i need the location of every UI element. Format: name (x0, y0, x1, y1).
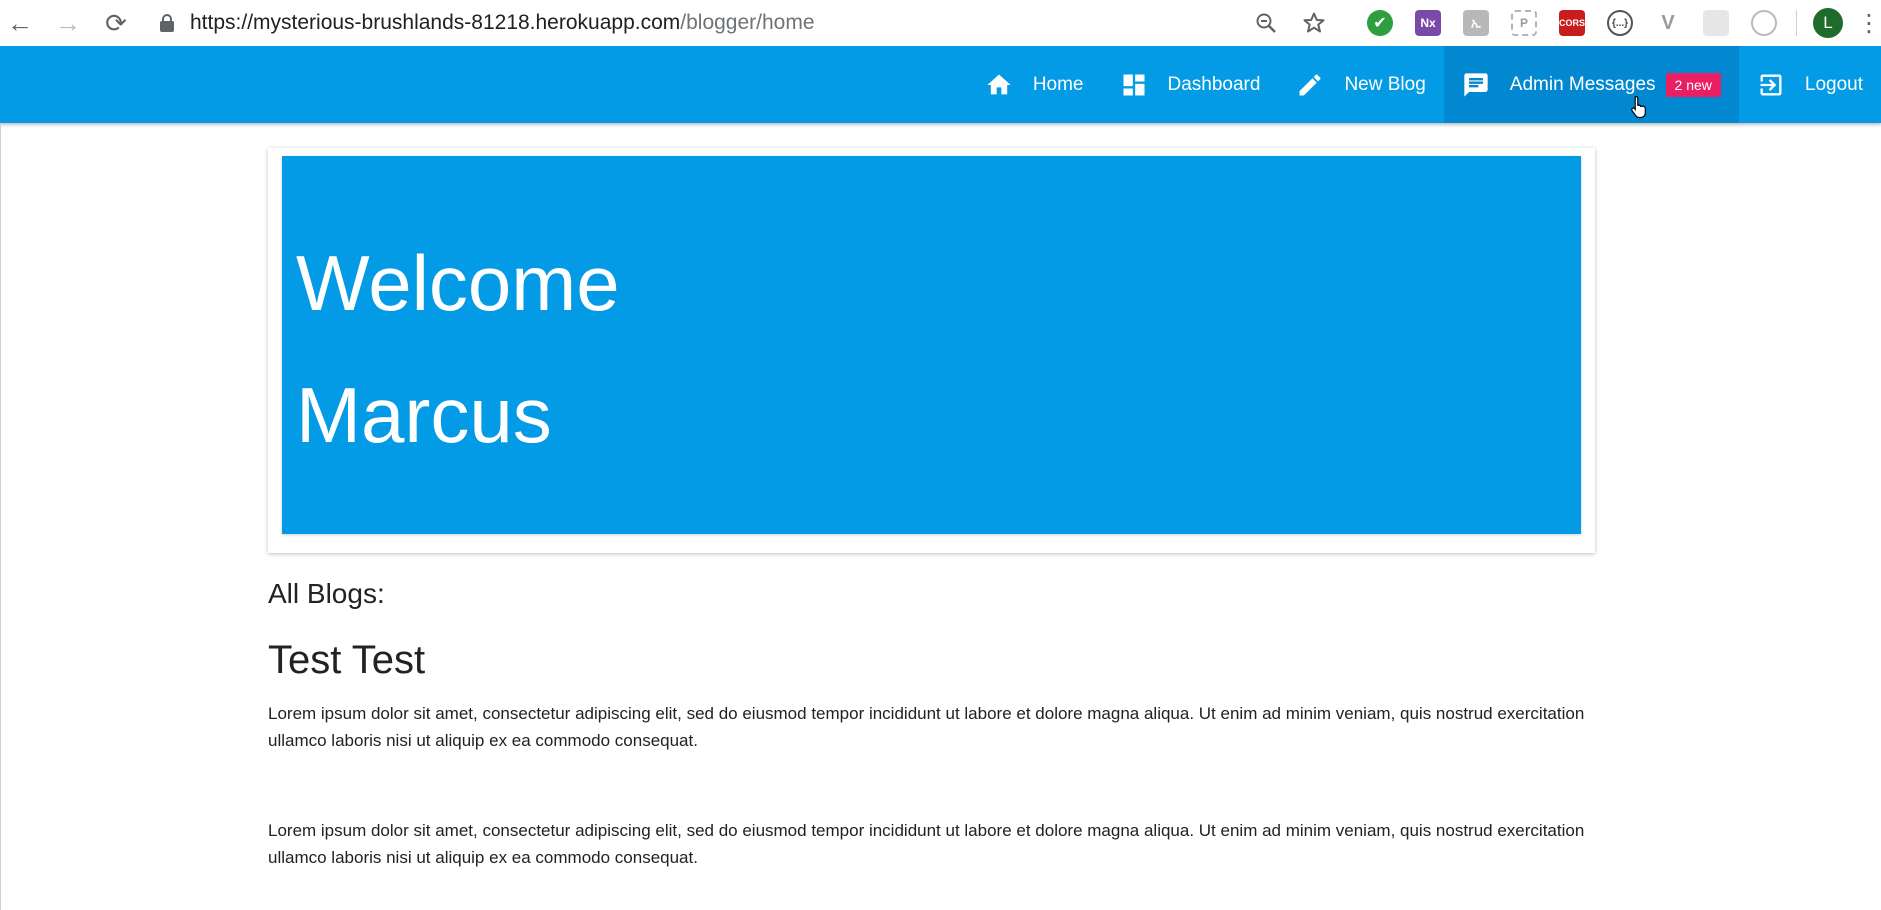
zoom-out-icon[interactable] (1250, 7, 1282, 39)
nav-new-blog[interactable]: New Blog (1278, 46, 1443, 123)
nav-home[interactable]: Home (967, 46, 1102, 123)
new-messages-badge: 2 new (1665, 72, 1721, 97)
hand-cursor-icon (1631, 95, 1646, 119)
light-extension-icon[interactable] (1703, 10, 1729, 36)
dashboard-icon (1120, 71, 1148, 99)
nav-home-label: Home (1032, 73, 1084, 95)
lock-icon (160, 14, 174, 32)
home-icon (985, 71, 1013, 99)
welcome-text: Welcome (296, 239, 620, 327)
nav-admin-messages[interactable]: Admin Messages 2 new (1443, 46, 1739, 123)
nav-new-blog-label: New Blog (1344, 73, 1426, 95)
nav-logout-label: Logout (1804, 73, 1863, 95)
more-menu-icon[interactable]: ⋮ (1857, 9, 1881, 38)
app-navbar: Home Dashboard New Blog Admin Messages 2… (0, 46, 1881, 123)
star-bookmark-icon[interactable] (1298, 7, 1330, 39)
dashed-extension-icon[interactable]: P (1511, 10, 1537, 36)
address-bar[interactable]: https://mysterious-brushlands-81218.hero… (160, 4, 1300, 42)
welcome-banner: Welcome Marcus (282, 156, 1581, 534)
nav-dashboard-label: Dashboard (1167, 73, 1261, 95)
logout-icon (1757, 71, 1785, 99)
url-path: /blogger/home (680, 11, 815, 34)
forward-arrow-icon[interactable]: → (48, 3, 88, 43)
profile-avatar[interactable]: L (1813, 8, 1843, 38)
reload-icon[interactable]: ⟳ (96, 3, 136, 43)
back-arrow-icon[interactable]: ← (0, 3, 40, 43)
target-extension-icon[interactable] (1751, 10, 1777, 36)
check-extension-icon[interactable]: ✔ (1367, 10, 1393, 36)
toolbar-separator (1796, 10, 1797, 36)
user-name-text: Marcus (296, 371, 552, 459)
blog-paragraph: Lorem ipsum dolor sit amet, consectetur … (268, 704, 1585, 750)
json-extension-icon[interactable]: {...} (1607, 10, 1633, 36)
cors-extension-icon[interactable]: CORS (1559, 10, 1585, 36)
nav-dashboard[interactable]: Dashboard (1102, 46, 1279, 123)
url-host: https://mysterious-brushlands-81218.hero… (190, 11, 681, 34)
nx-extension-icon[interactable]: Nx (1415, 10, 1441, 36)
vue-extension-icon[interactable]: V (1655, 10, 1681, 36)
pencil-icon (1296, 71, 1324, 99)
browser-actions: ✔ Nx ኢ P CORS {...} V L ⋮ (1242, 4, 1881, 42)
page-border (0, 123, 1, 910)
all-blogs-heading: All Blogs: (268, 578, 385, 609)
welcome-card: Welcome Marcus (268, 148, 1595, 553)
blog-title[interactable]: Test Test (268, 638, 425, 683)
nav-logout[interactable]: Logout (1739, 46, 1881, 123)
nav-admin-messages-label: Admin Messages (1509, 73, 1656, 95)
blog-paragraph: Lorem ipsum dolor sit amet, consectetur … (268, 821, 1585, 867)
message-icon (1462, 71, 1490, 99)
browser-toolbar: ← → ⟳ https://mysterious-brushlands-8121… (0, 0, 1881, 46)
grey-extension-icon[interactable]: ኢ (1463, 10, 1489, 36)
